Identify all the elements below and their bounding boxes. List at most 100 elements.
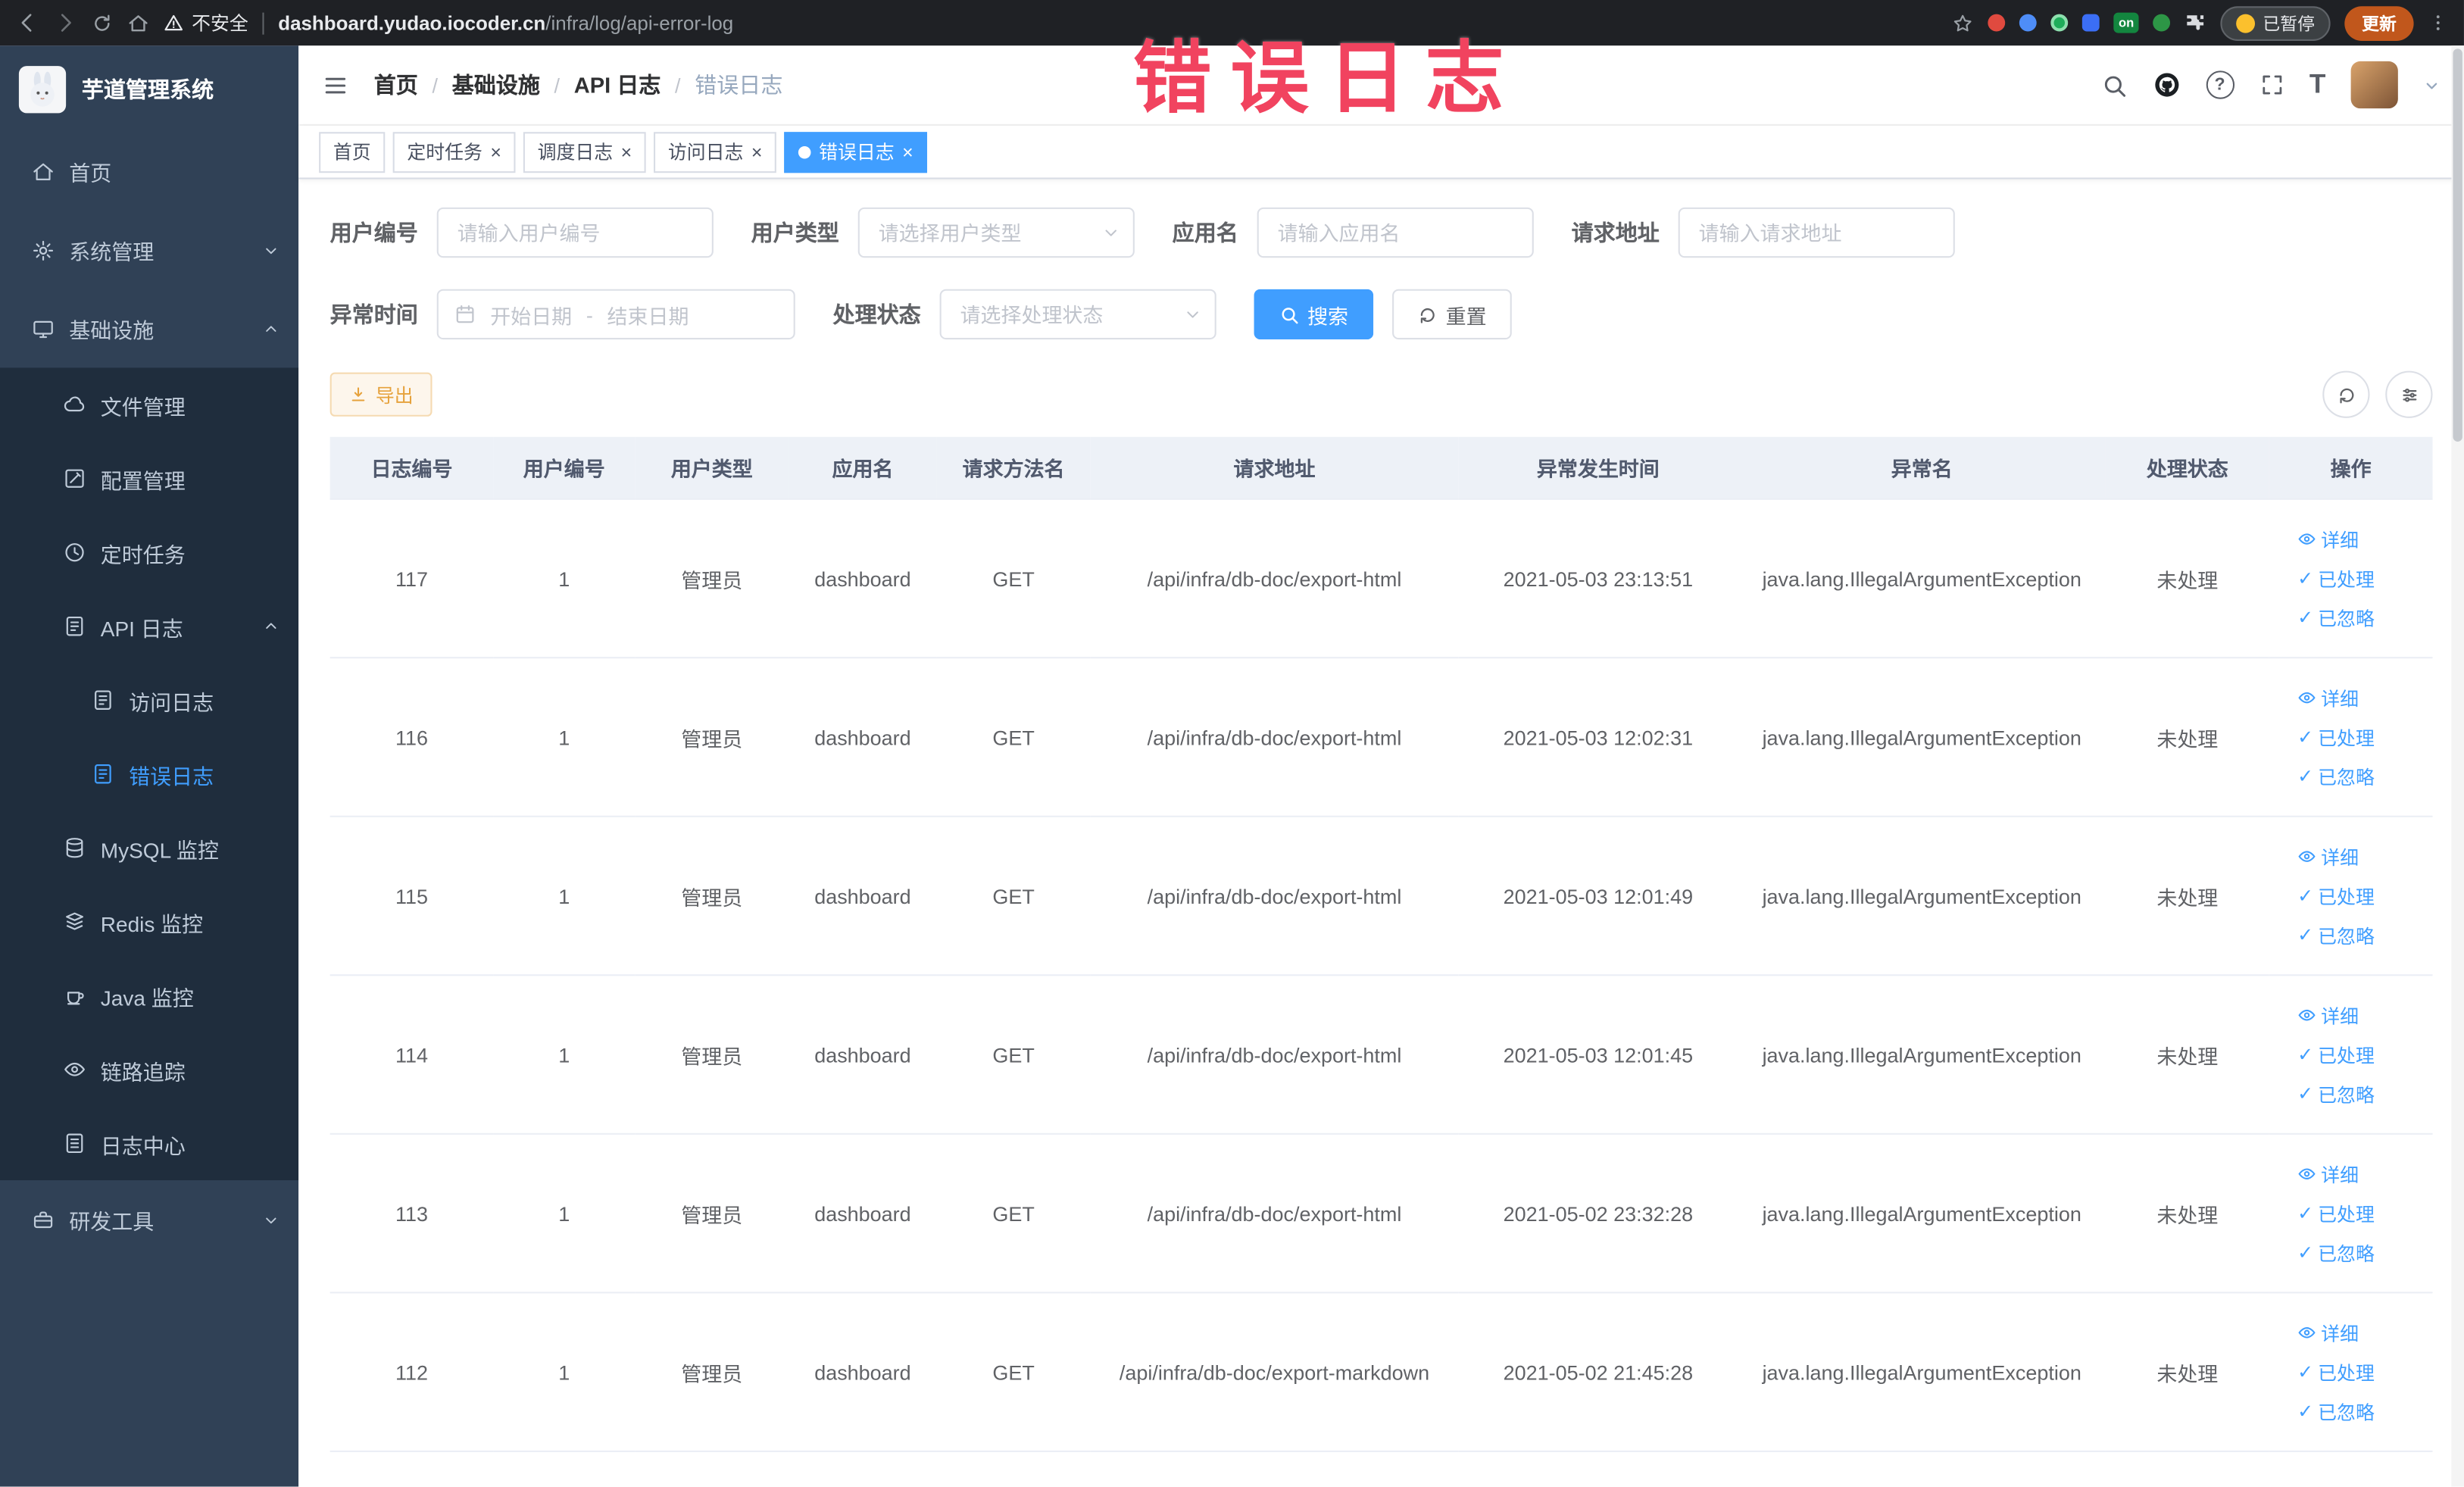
detail-link[interactable]: 详细 [2297,684,2359,711]
tab-label: 访问日志 [667,141,744,164]
ignored-link[interactable]: ✓ 已忽略 [2297,1398,2375,1424]
tab-home[interactable]: 首页 [319,131,386,173]
sidebar-item-error-log[interactable]: 错误日志 [0,737,298,811]
ignored-link[interactable]: ✓ 已忽略 [2297,1080,2375,1107]
back-icon[interactable] [16,11,39,35]
help-icon[interactable]: ? [2205,70,2234,99]
sidebar-item-config[interactable]: 配置管理 [0,442,298,516]
processed-link[interactable]: ✓ 已处理 [2297,883,2375,909]
sidebar-item-access-log[interactable]: 访问日志 [0,663,298,737]
sidebar-item-file[interactable]: 文件管理 [0,367,298,442]
ignored-link[interactable]: ✓ 已忽略 [2297,1239,2375,1266]
processed-link[interactable]: ✓ 已处理 [2297,1200,2375,1226]
user-id-input[interactable] [436,207,714,258]
sidebar-item-mysql[interactable]: MySQL 监控 [0,811,298,885]
date-range-picker[interactable]: 开始日期 - 结束日期 [436,289,795,340]
sidebar-item-system[interactable]: 系统管理 [0,211,298,289]
close-icon[interactable]: × [751,142,763,161]
detail-link[interactable]: 详细 [2297,1002,2359,1029]
detail-link[interactable]: 详细 [2297,1161,2359,1187]
column-header: 请求方法名 [936,436,1091,500]
app-logo[interactable]: 芋道管理系统 [0,45,298,132]
app-name-input[interactable] [1257,207,1534,258]
sidebar-item-api-log[interactable]: API 日志 [0,589,298,664]
processed-link[interactable]: ✓ 已处理 [2297,1358,2375,1385]
sidebar-item-home[interactable]: 首页 [0,132,298,211]
user-avatar[interactable] [2350,61,2398,109]
detail-link[interactable]: 详细 [2297,526,2359,552]
scrollbar-thumb[interactable] [2453,48,2462,442]
processed-link[interactable]: ✓ 已处理 [2297,1041,2375,1067]
tab-access-log[interactable]: 访问日志 × [654,131,777,173]
tab-error-log[interactable]: 错误日志 × [784,131,928,173]
breadcrumb-item[interactable]: API 日志 [574,69,661,100]
column-settings-button[interactable] [2385,370,2433,418]
home-icon[interactable] [127,12,149,34]
reset-button[interactable]: 重置 [1392,289,1512,340]
page-content: 用户编号 用户类型 应用名 请求地址 [298,180,2464,1452]
caret-down-icon[interactable] [2423,77,2441,94]
process-status-input[interactable] [939,289,1216,340]
ignored-link[interactable]: ✓ 已忽略 [2297,922,2375,948]
browser-actions: on 已暂停 更新 [1952,5,2448,40]
refresh-table-button[interactable] [2322,370,2370,418]
extension-icon[interactable] [2019,14,2038,32]
kebab-menu-icon[interactable] [2428,13,2448,33]
user-type-input[interactable] [857,207,1135,258]
close-icon[interactable]: × [621,142,632,161]
search-icon[interactable] [2100,71,2127,98]
paused-button[interactable]: 已暂停 [2220,5,2331,40]
breadcrumb-item[interactable]: 基础设施 [452,69,540,100]
cell-method: GET [936,658,1091,817]
tab-job-log[interactable]: 调度日志 × [523,131,646,173]
ignored-link[interactable]: ✓ 已忽略 [2297,763,2375,789]
eye-icon [2298,533,2316,545]
github-icon[interactable] [2152,70,2180,98]
sidebar-item-redis[interactable]: Redis 监控 [0,885,298,959]
coffee-cup-icon [67,992,84,1005]
sidebar-item-label: 链路追踪 [100,1060,186,1084]
fullscreen-icon[interactable] [2259,72,2284,97]
sidebar-item-java[interactable]: Java 监控 [0,959,298,1033]
export-button[interactable]: 导出 [329,372,433,417]
breadcrumb-item[interactable]: 首页 [374,69,418,100]
extension-icon[interactable] [1988,14,2006,32]
tab-job[interactable]: 定时任务 × [392,131,516,173]
forward-icon[interactable] [54,11,77,35]
detail-link[interactable]: 详细 [2297,843,2359,870]
font-size-icon[interactable]: T [2309,69,2326,100]
processed-link[interactable]: ✓ 已处理 [2297,723,2375,750]
request-url-input[interactable] [1678,207,1955,258]
cell-url: /api/infra/db-doc/export-html [1090,816,1459,976]
eye-icon [2298,1326,2316,1339]
security-indicator[interactable]: 不安全 [164,9,248,36]
search-button[interactable]: 搜索 [1254,289,1374,340]
sidebar-item-infra[interactable]: 基础设施 [0,289,298,368]
processed-link[interactable]: ✓ 已处理 [2297,565,2375,592]
detail-link[interactable]: 详细 [2297,1320,2359,1346]
close-icon[interactable]: × [490,142,501,161]
bookmark-star-icon[interactable] [1952,12,1974,34]
update-button[interactable]: 更新 [2344,5,2414,40]
extension-icon[interactable] [2153,14,2171,32]
extension-icon[interactable] [2050,14,2069,32]
close-icon[interactable]: × [902,142,913,161]
url-bar[interactable]: dashboard.yudao.iocoder.cn/infra/log/api… [278,12,733,34]
column-header: 用户编号 [493,436,636,500]
sidebar-item-log-center[interactable]: 日志中心 [0,1107,298,1181]
hamburger-icon[interactable] [322,71,348,98]
cell-url: /api/infra/db-doc/export-html [1090,658,1459,817]
sidebar-item-trace[interactable]: 链路追踪 [0,1032,298,1107]
extension-icon[interactable] [2082,14,2100,32]
check-icon: ✓ [2297,1400,2313,1423]
sidebar-item-job[interactable]: 定时任务 [0,515,298,589]
sidebar-item-dev-tools[interactable]: 研发工具 [0,1180,298,1259]
sidebar-item-label: Java 监控 [100,986,194,1010]
cell-exception: java.lang.IllegalArgumentException [1738,1133,2106,1294]
puzzle-icon[interactable] [2184,12,2206,34]
user-type-select [857,207,1135,258]
user-id-field [436,207,714,258]
reload-icon[interactable] [91,12,113,34]
ignored-link[interactable]: ✓ 已忽略 [2297,604,2375,631]
extension-on-badge[interactable]: on [2113,12,2139,33]
